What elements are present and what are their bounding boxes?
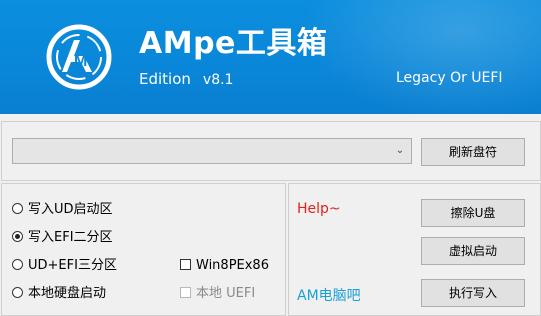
checkbox-icon[interactable] (180, 259, 191, 270)
app-title: AMpe工具箱 (139, 26, 328, 61)
option-label: 写入EFI二分区 (28, 230, 113, 245)
win8pe-checkbox[interactable]: Win8PEx86 (180, 257, 269, 275)
win8pe-label: Win8PEx86 (196, 258, 269, 273)
option-efi-two-partition[interactable]: 写入EFI二分区 (12, 229, 113, 247)
boot-mode-label: Legacy Or UEFI (396, 70, 503, 86)
forum-link[interactable]: AM电脑吧 (297, 285, 361, 305)
option-ud-boot[interactable]: 写入UD启动区 (12, 201, 113, 219)
header-glow (300, 0, 541, 114)
radio-icon[interactable] (12, 203, 23, 214)
version-label: v8.1 (202, 72, 234, 88)
option-label: 写入UD启动区 (28, 202, 113, 217)
execute-write-button[interactable]: 执行写入 (421, 279, 525, 307)
radio-icon[interactable] (12, 259, 23, 270)
chevron-down-icon[interactable]: ⌄ (393, 143, 407, 159)
svg-text:M: M (74, 53, 87, 70)
am-logo-icon: M (46, 24, 112, 90)
radio-selected-icon[interactable] (12, 231, 23, 242)
refresh-drives-button[interactable]: 刷新盘符 (421, 138, 525, 166)
option-label: 本地硬盘启动 (28, 286, 107, 301)
edition-label: Edition (139, 70, 191, 88)
option-ud-efi-three-partition[interactable]: UD+EFI三分区 (12, 257, 117, 275)
option-local-disk-boot[interactable]: 本地硬盘启动 (12, 285, 106, 303)
virtual-boot-button[interactable]: 虚拟启动 (421, 237, 525, 265)
erase-usb-button[interactable]: 擦除U盘 (421, 199, 525, 227)
edition-line: Edition v8.1 (139, 70, 233, 88)
local-uefi-checkbox: 本地 UEFI (180, 285, 255, 303)
radio-icon[interactable] (12, 287, 23, 298)
option-label: UD+EFI三分区 (28, 258, 117, 273)
checkbox-disabled-icon (180, 287, 191, 298)
disk-select[interactable]: ⌄ (12, 138, 412, 164)
app-header: M AMpe工具箱 Edition v8.1 Legacy Or UEFI (0, 0, 541, 114)
help-link[interactable]: Help~ (297, 201, 341, 217)
local-uefi-label: 本地 UEFI (196, 286, 256, 301)
